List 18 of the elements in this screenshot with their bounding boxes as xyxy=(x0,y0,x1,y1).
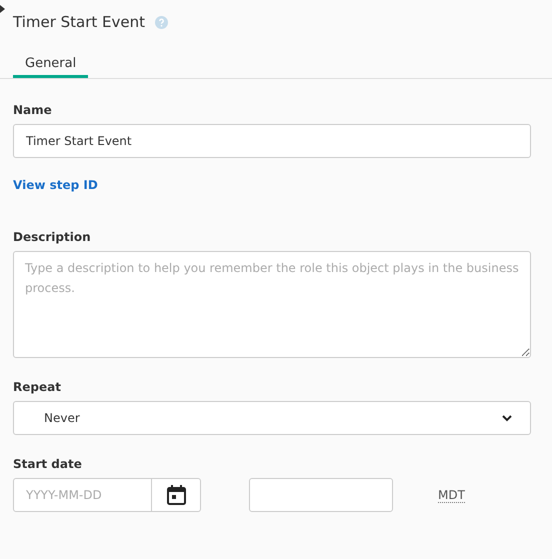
field-label: Start date xyxy=(13,457,83,471)
help-icon[interactable] xyxy=(155,16,168,28)
field-label: Name xyxy=(13,103,53,117)
description-input[interactable]: Type a description to help you remember the role this object plays in the business process. xyxy=(13,251,531,358)
panel-title: Timer Start Event xyxy=(13,13,146,31)
calendar-button[interactable] xyxy=(152,478,201,512)
timezone-label: MDT xyxy=(438,488,465,502)
caret-icon xyxy=(0,5,5,13)
name-input[interactable]: Timer Start Event xyxy=(13,124,531,158)
chevron-down-icon xyxy=(502,414,512,422)
field-label: Description xyxy=(13,230,92,244)
tab[interactable]: General xyxy=(13,51,88,78)
repeat-dropdown[interactable]: Never xyxy=(13,401,531,435)
view-step-id-link[interactable]: View step ID xyxy=(13,178,98,192)
time-input[interactable] xyxy=(249,478,393,512)
calendar-icon xyxy=(166,485,186,505)
date-input[interactable]: YYYY-MM-DD xyxy=(13,478,152,512)
field-label: Repeat xyxy=(13,380,62,394)
